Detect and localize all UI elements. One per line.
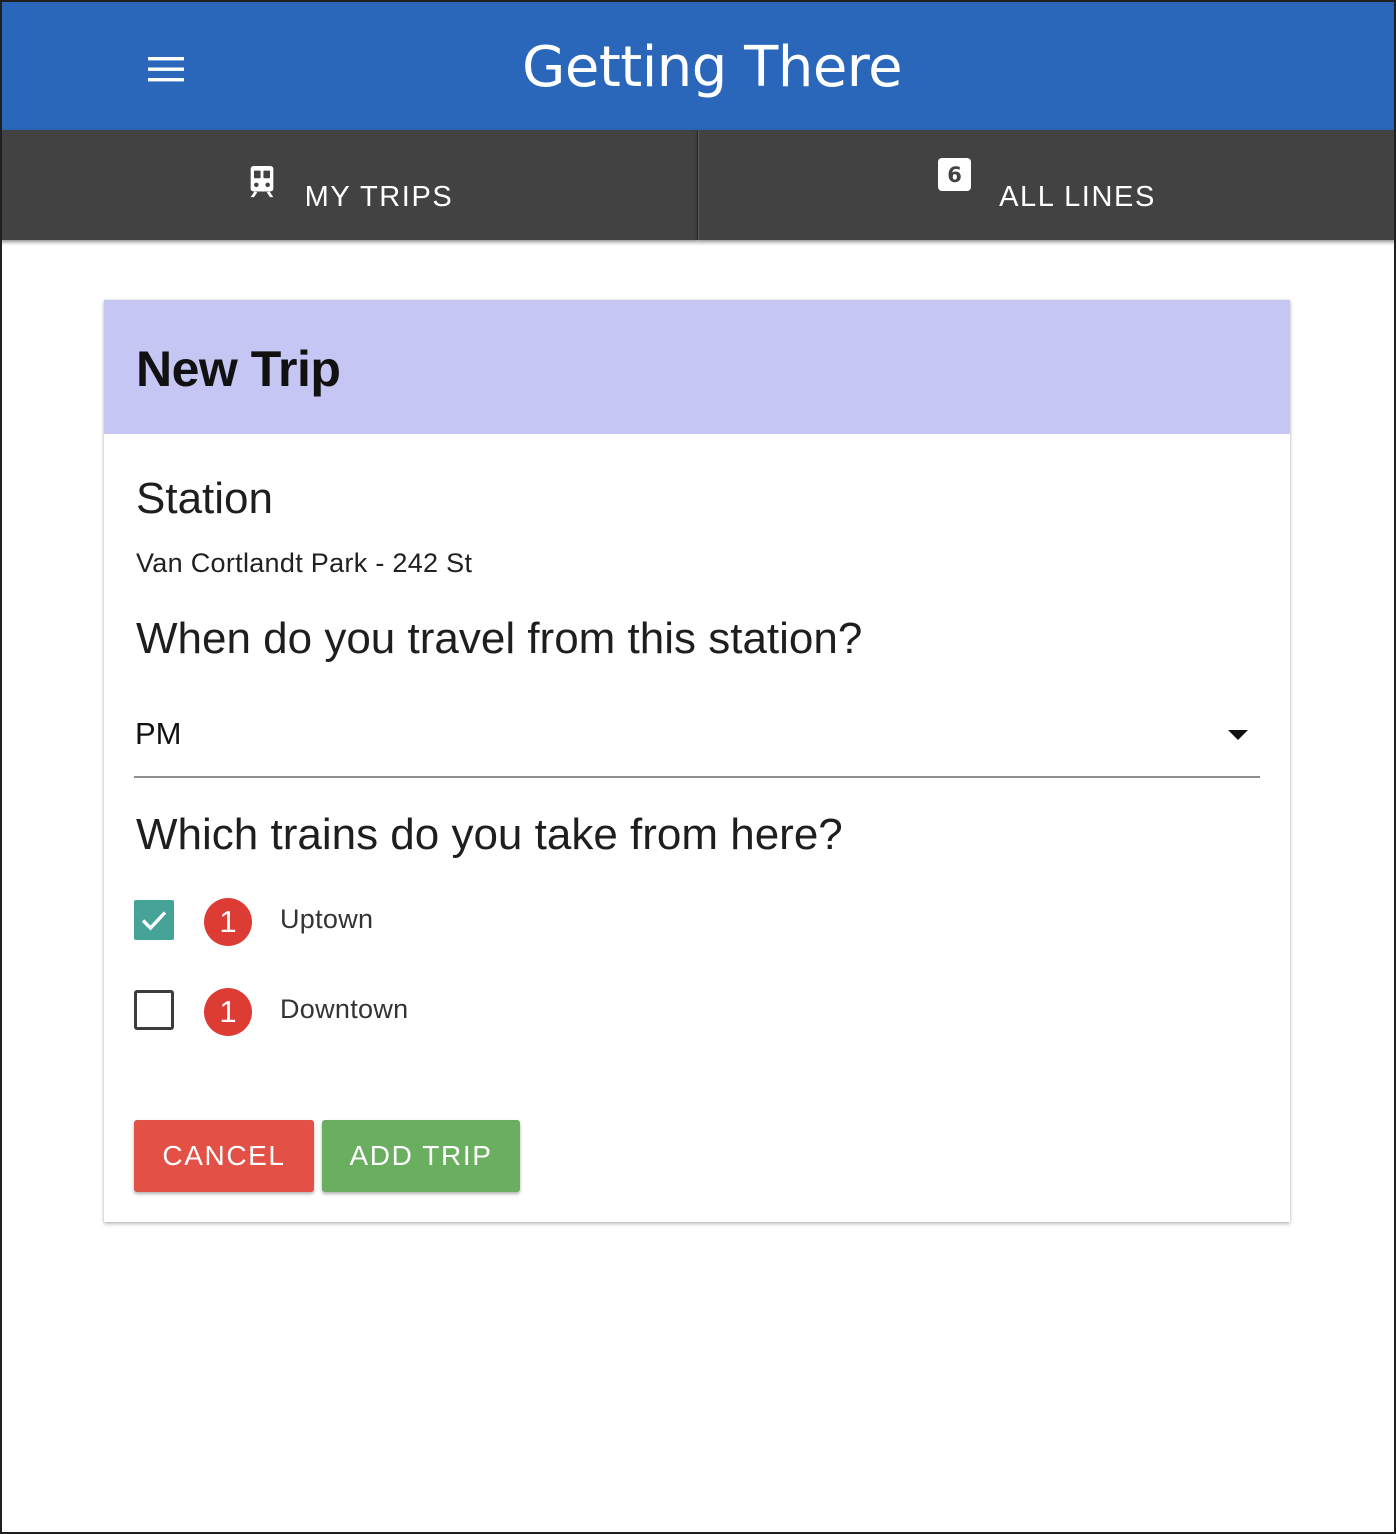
tab-label: MY TRIPS [304,180,454,213]
new-trip-card: New Trip Station Van Cortlandt Park - 24… [104,300,1290,1222]
route-1-bullet: 1 [204,898,252,946]
station-label: Station [136,474,273,523]
dropdown-arrow-icon [1228,730,1248,740]
tab-my-trips[interactable]: MY TRIPS [0,130,698,240]
line-badge-icon: 6 [938,157,972,191]
tab-all-lines[interactable]: 6 ALL LINES [698,130,1396,240]
cancel-button[interactable]: CANCEL [134,1120,314,1192]
add-trip-button[interactable]: ADD TRIP [322,1120,520,1192]
downtown-checkbox[interactable] [134,990,174,1030]
direction-label: Uptown [280,904,374,934]
card-header: New Trip [104,300,1290,434]
uptown-checkbox[interactable] [134,900,174,940]
card-title: New Trip [136,341,341,397]
route-1-bullet: 1 [204,988,252,1036]
app-bar: Getting There [2,2,1394,130]
train-option-downtown: 1 Downtown [134,988,734,1040]
time-select-value: PM [135,716,182,751]
trains-question: Which trains do you take from here? [136,810,843,859]
checkmark-icon [141,911,167,931]
station-value: Van Cortlandt Park - 242 St [136,548,473,578]
time-question: When do you travel from this station? [136,614,863,663]
tab-label: ALL LINES [999,180,1156,213]
app-title: Getting There [521,35,903,100]
tab-bar: MY TRIPS 6 ALL LINES [0,130,1396,240]
train-icon [250,165,273,198]
train-option-uptown: 1 Uptown [134,898,734,950]
time-select[interactable]: PM [134,702,1260,778]
direction-label: Downtown [280,994,409,1024]
